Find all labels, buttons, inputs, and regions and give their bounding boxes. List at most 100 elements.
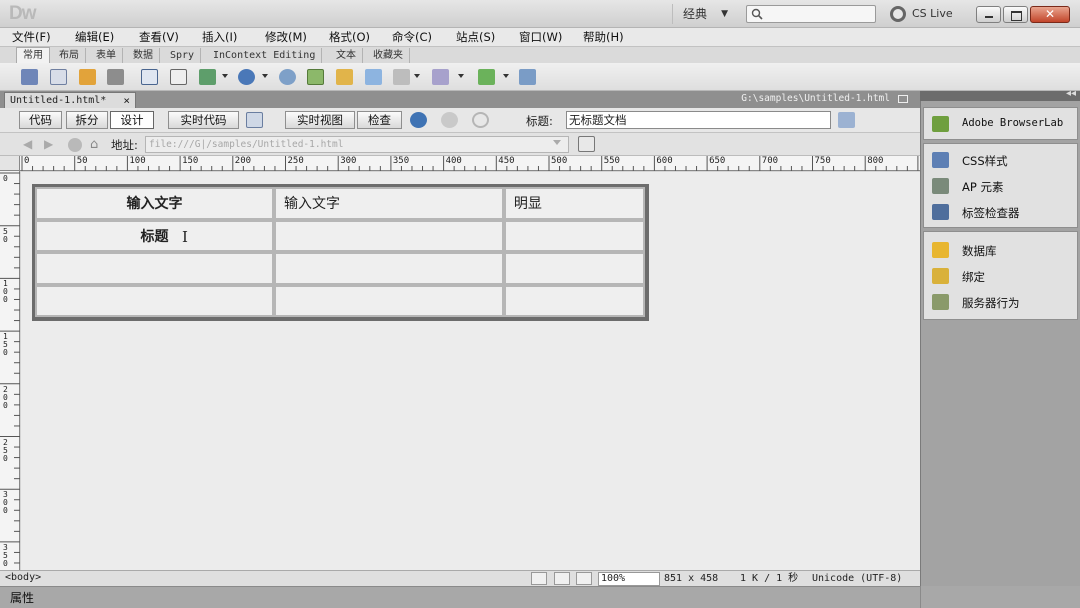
chevron-down-icon[interactable] [222, 74, 228, 78]
stop-icon[interactable] [68, 138, 82, 152]
date-icon[interactable] [307, 69, 324, 85]
tab-data[interactable]: 数据 [127, 48, 160, 63]
table-cell[interactable] [503, 219, 645, 252]
table-cell[interactable] [273, 284, 504, 317]
menu-window[interactable]: 窗口(W) [519, 29, 562, 45]
close-icon[interactable]: × [123, 93, 130, 108]
panel-item-browserlab[interactable]: Adobe BrowserLab [930, 114, 1075, 134]
zoom-select[interactable]: 100% [598, 572, 660, 586]
named-anchor-icon[interactable] [79, 69, 96, 85]
menu-commands[interactable]: 命令(C) [392, 29, 432, 45]
table-cell[interactable]: 明显 [503, 187, 645, 220]
design-view-canvas[interactable]: 输入文字 输入文字 明显 标题 [21, 172, 920, 570]
tag-chooser-icon[interactable] [519, 69, 536, 85]
cs-live-icon[interactable] [890, 6, 906, 22]
panel-item-ap-elements[interactable]: AP 元素 [930, 176, 1075, 196]
file-management-icon[interactable] [838, 112, 855, 128]
tab-spry[interactable]: Spry [164, 48, 202, 63]
chevron-down-icon[interactable] [553, 140, 561, 145]
refresh-icon[interactable] [472, 112, 489, 128]
compatibility-check-icon[interactable] [246, 112, 263, 128]
window-size[interactable]: 851 x 458 [664, 572, 718, 586]
panel-collapse-bar[interactable]: ◂◂ [920, 88, 1080, 101]
split-view-button[interactable]: 拆分 [66, 111, 108, 129]
visual-aids-icon[interactable] [441, 112, 458, 128]
ruler-origin[interactable] [0, 156, 20, 171]
tab-favorites[interactable]: 收藏夹 [367, 48, 410, 63]
chevron-down-icon[interactable] [414, 74, 420, 78]
comment-icon[interactable] [365, 69, 382, 85]
menu-help[interactable]: 帮助(H) [583, 29, 624, 45]
tab-layout[interactable]: 布局 [53, 48, 86, 63]
properties-panel-header[interactable]: 属性 [0, 586, 920, 608]
live-code-button[interactable]: 实时代码 [168, 111, 239, 129]
cs-live-label[interactable]: CS Live [912, 7, 953, 20]
pointer-tool-icon[interactable] [531, 572, 547, 585]
div-tag-icon[interactable] [170, 69, 187, 85]
browse-options-icon[interactable] [578, 136, 595, 152]
restore-icon[interactable] [898, 95, 908, 103]
menu-modify[interactable]: 修改(M) [265, 29, 307, 45]
table-cell[interactable] [273, 252, 504, 285]
maximize-button[interactable] [1003, 6, 1028, 23]
tab-incontext-editing[interactable]: InContext Editing [207, 48, 323, 63]
tab-common[interactable]: 常用 [16, 47, 50, 64]
head-content-icon[interactable] [393, 69, 410, 85]
code-view-button[interactable]: 代码 [19, 111, 62, 129]
document-tab[interactable]: Untitled-1.html* × [4, 92, 136, 108]
zoom-value: 100% [601, 573, 626, 584]
panel-item-databases[interactable]: 数据库 [930, 240, 1075, 260]
menu-file[interactable]: 文件(F) [12, 29, 51, 45]
widget-icon[interactable] [279, 69, 296, 85]
media-icon[interactable] [238, 69, 255, 85]
hand-tool-icon[interactable] [554, 572, 570, 585]
close-button[interactable]: ✕ [1030, 6, 1070, 23]
design-view-button[interactable]: 设计 [110, 111, 154, 129]
script-icon[interactable] [432, 69, 449, 85]
collapse-icon[interactable]: ◂◂ [1066, 88, 1076, 99]
chevron-down-icon[interactable] [503, 74, 509, 78]
workspace-switcher[interactable]: 经典 ▼ [672, 4, 734, 24]
chevron-down-icon[interactable] [458, 74, 464, 78]
table-cell[interactable] [503, 284, 645, 317]
server-include-icon[interactable] [336, 69, 353, 85]
table-cell[interactable] [35, 284, 274, 317]
minimize-button[interactable] [976, 6, 1001, 23]
table-icon[interactable] [141, 69, 158, 85]
menu-site[interactable]: 站点(S) [456, 29, 495, 45]
panel-item-tag-inspector[interactable]: 标签检查器 [930, 202, 1075, 222]
horizontal-rule-icon[interactable] [107, 69, 124, 85]
table-header-cell[interactable]: 输入文字 [35, 187, 274, 220]
email-link-icon[interactable] [50, 69, 67, 85]
table-cell[interactable] [273, 219, 504, 252]
panel-item-bindings[interactable]: 绑定 [930, 266, 1075, 286]
document-title-input[interactable]: 无标题文档 [566, 111, 831, 129]
table-cell[interactable] [35, 252, 274, 285]
content-table[interactable]: 输入文字 输入文字 明显 标题 [32, 184, 649, 321]
tab-forms[interactable]: 表单 [90, 48, 123, 63]
hyperlink-icon[interactable] [21, 69, 38, 85]
tag-selector[interactable]: <body> [5, 572, 41, 583]
panel-item-server-behaviors[interactable]: 服务器行为 [930, 292, 1075, 312]
menu-view[interactable]: 查看(V) [139, 29, 179, 45]
inspect-button[interactable]: 检查 [357, 111, 402, 129]
table-header-cell[interactable]: 标题 [35, 219, 274, 252]
menu-edit[interactable]: 编辑(E) [75, 29, 114, 45]
live-view-button[interactable]: 实时视图 [285, 111, 355, 129]
back-icon[interactable]: ◀ [23, 138, 35, 150]
templates-icon[interactable] [478, 69, 495, 85]
menu-format[interactable]: 格式(O) [329, 29, 370, 45]
image-icon[interactable] [199, 69, 216, 85]
forward-icon[interactable]: ▶ [44, 138, 56, 150]
panel-item-css-styles[interactable]: CSS样式 [930, 150, 1075, 170]
zoom-tool-icon[interactable] [576, 572, 592, 585]
home-icon[interactable]: ⌂ [90, 138, 104, 151]
address-input[interactable]: file:///G|/samples/Untitled-1.html [145, 136, 569, 153]
tab-text[interactable]: 文本 [330, 48, 363, 63]
chevron-down-icon[interactable] [262, 74, 268, 78]
search-input[interactable] [746, 5, 876, 23]
table-cell[interactable] [503, 252, 645, 285]
table-cell[interactable]: 输入文字 [273, 187, 504, 220]
menu-insert[interactable]: 插入(I) [202, 29, 237, 45]
preview-in-browser-icon[interactable] [410, 112, 427, 128]
